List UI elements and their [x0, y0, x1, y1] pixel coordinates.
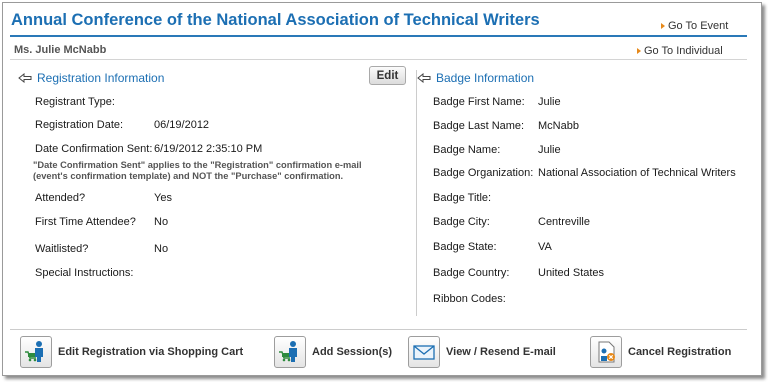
badge-state-value: VA [538, 241, 552, 253]
badge-country-value: United States [538, 267, 605, 279]
name-divider [10, 59, 747, 60]
title-divider [10, 35, 747, 37]
orange-triangle-icon [637, 48, 641, 54]
badge-name-label: Badge Name: [433, 144, 501, 156]
orange-triangle-icon [661, 23, 665, 29]
go-to-event-label: Go To Event [668, 20, 729, 32]
badge-organization-value: National Association of Technical Writer… [538, 167, 736, 179]
attended-label: Attended? [35, 192, 86, 204]
attended-value: Yes [154, 192, 172, 204]
first-time-attendee-label: First Time Attendee? [35, 216, 136, 228]
person-name: Ms. Julie McNabb [14, 44, 107, 56]
view-resend-email-action[interactable]: View / Resend E-mail [408, 336, 556, 368]
actions-divider [10, 329, 747, 330]
badge-title-label: Badge Title: [433, 192, 492, 204]
badge-country-label: Badge Country: [433, 267, 510, 279]
cancel-document-icon [590, 336, 622, 368]
waitlisted-label: Waitlisted? [35, 243, 89, 255]
registration-date-value: 06/19/2012 [154, 119, 210, 131]
page-title: Annual Conference of the National Associ… [11, 11, 540, 29]
registration-section-header[interactable]: Registration Information [18, 71, 164, 85]
ribbon-codes-label: Ribbon Codes: [433, 293, 506, 305]
special-instructions-label: Special Instructions: [35, 267, 134, 279]
view-resend-email-label: View / Resend E-mail [446, 346, 556, 358]
edit-button[interactable]: Edit [369, 66, 406, 85]
go-to-individual-label: Go To Individual [644, 45, 723, 57]
add-sessions-action[interactable]: Add Session(s) [274, 336, 392, 368]
confirmation-note-line-2: (event's confirmation template) and NOT … [33, 171, 344, 181]
cancel-registration-action[interactable]: Cancel Registration [590, 336, 731, 368]
badge-city-label: Badge City: [433, 216, 490, 228]
badge-heading: Badge Information [436, 71, 535, 85]
badge-organization-label: Badge Organization: [433, 167, 534, 179]
date-confirmation-sent-label: Date Confirmation Sent: [35, 143, 153, 155]
waitlisted-value: No [154, 243, 169, 255]
registration-heading: Registration Information [37, 71, 165, 85]
badge-state-label: Badge State: [433, 241, 497, 253]
cart-person-icon [20, 336, 52, 368]
cart-person-icon [274, 336, 306, 368]
confirmation-note-line-1: "Date Confirmation Sent" applies to the … [33, 160, 362, 170]
registrant-type-label: Registrant Type: [35, 96, 115, 108]
envelope-icon [408, 336, 440, 368]
badge-last-name-label: Badge Last Name: [433, 120, 525, 132]
badge-name-value: Julie [538, 144, 561, 156]
cancel-registration-label: Cancel Registration [628, 346, 732, 358]
confirmation-note: "Date Confirmation Sent" applies to the … [33, 160, 393, 182]
column-divider [416, 70, 417, 316]
badge-last-name-value: McNabb [538, 120, 579, 132]
date-confirmation-sent-value: 6/19/2012 2:35:10 PM [154, 143, 263, 155]
badge-first-name-value: Julie [538, 96, 561, 108]
badge-first-name-label: Badge First Name: [433, 96, 525, 108]
add-sessions-label: Add Session(s) [312, 346, 393, 358]
badge-city-value: Centreville [538, 216, 590, 228]
edit-registration-action[interactable]: Edit Registration via Shopping Cart [20, 336, 243, 368]
go-to-event-link[interactable]: Go To Event [661, 20, 728, 32]
collapse-arrow-icon [18, 73, 32, 83]
badge-section-header[interactable]: Badge Information [417, 71, 534, 85]
first-time-attendee-value: No [154, 216, 169, 228]
collapse-arrow-icon [417, 73, 431, 83]
edit-registration-label: Edit Registration via Shopping Cart [58, 346, 244, 358]
go-to-individual-link[interactable]: Go To Individual [637, 45, 723, 57]
registration-date-label: Registration Date: [35, 119, 124, 131]
